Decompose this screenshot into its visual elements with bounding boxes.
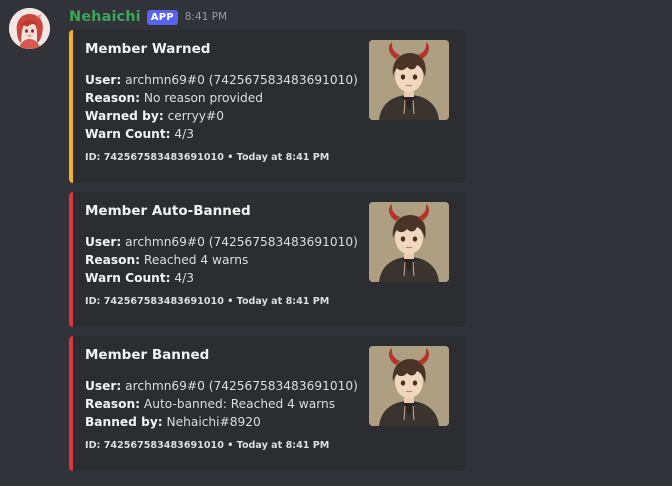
field-label: Warn Count:: [85, 271, 171, 285]
field-value: archmn69#0 (742567583483691010): [121, 379, 358, 393]
field-label: Warned by:: [85, 109, 164, 123]
embed-field-reason: Reason: Auto-banned: Reached 4 warns: [85, 395, 335, 413]
embed-footer: ID: 742567583483691010 • Today at 8:41 P…: [85, 440, 330, 451]
field-label: User:: [85, 235, 122, 249]
embed-member-auto-banned: Member Auto-Banned User: archmn69#0 (742…: [69, 192, 465, 327]
embed-member-warned: Member Warned User: archmn69#0 (74256758…: [69, 30, 465, 183]
embed-thumbnail[interactable]: [369, 40, 449, 120]
embed-title: Member Banned: [85, 347, 210, 363]
embed-field-user: User: archmn69#0 (742567583483691010): [85, 233, 358, 251]
embed-field-reason: Reason: Reached 4 warns: [85, 251, 248, 269]
field-value: Reached 4 warns: [140, 253, 249, 267]
app-badge: APP: [146, 9, 178, 25]
field-label: User:: [85, 73, 122, 87]
embed-field-user: User: archmn69#0 (742567583483691010): [85, 377, 358, 395]
embed-field-user: User: archmn69#0 (742567583483691010): [85, 71, 358, 89]
field-label: Reason:: [85, 253, 141, 267]
author-username[interactable]: Nehaichi: [69, 9, 141, 25]
embed-thumbnail[interactable]: [369, 346, 449, 426]
field-value: cerryy#0: [163, 109, 224, 123]
embed-field-warn-count: Warn Count: 4/3: [85, 269, 194, 287]
field-label: User:: [85, 379, 122, 393]
field-label: Reason:: [85, 91, 141, 105]
message-header: Nehaichi APP 8:41 PM: [69, 6, 227, 28]
embed-thumbnail[interactable]: [369, 202, 449, 282]
field-value: 4/3: [170, 271, 195, 285]
field-value: Auto-banned: Reached 4 warns: [140, 397, 336, 411]
embed-footer: ID: 742567583483691010 • Today at 8:41 P…: [85, 152, 330, 163]
embed-footer: ID: 742567583483691010 • Today at 8:41 P…: [85, 296, 330, 307]
message-timestamp[interactable]: 8:41 PM: [185, 11, 227, 23]
embed-member-banned: Member Banned User: archmn69#0 (74256758…: [69, 336, 465, 471]
field-label: Reason:: [85, 397, 141, 411]
embed-field-banned-by: Banned by: Nehaichi#8920: [85, 413, 261, 431]
bot-avatar[interactable]: [9, 8, 50, 49]
field-label: Warn Count:: [85, 127, 171, 141]
bot-message: Nehaichi APP 8:41 PM Member Warned User:…: [0, 0, 672, 486]
field-value: archmn69#0 (742567583483691010): [121, 235, 358, 249]
field-value: No reason provided: [140, 91, 264, 105]
embed-field-reason: Reason: No reason provided: [85, 89, 263, 107]
field-label: Banned by:: [85, 415, 163, 429]
field-value: Nehaichi#8920: [162, 415, 261, 429]
embed-title: Member Auto-Banned: [85, 203, 251, 219]
field-value: 4/3: [170, 127, 195, 141]
embed-field-warn-count: Warn Count: 4/3: [85, 125, 194, 143]
embed-title: Member Warned: [85, 41, 211, 57]
field-value: archmn69#0 (742567583483691010): [121, 73, 358, 87]
embed-field-warned-by: Warned by: cerryy#0: [85, 107, 224, 125]
